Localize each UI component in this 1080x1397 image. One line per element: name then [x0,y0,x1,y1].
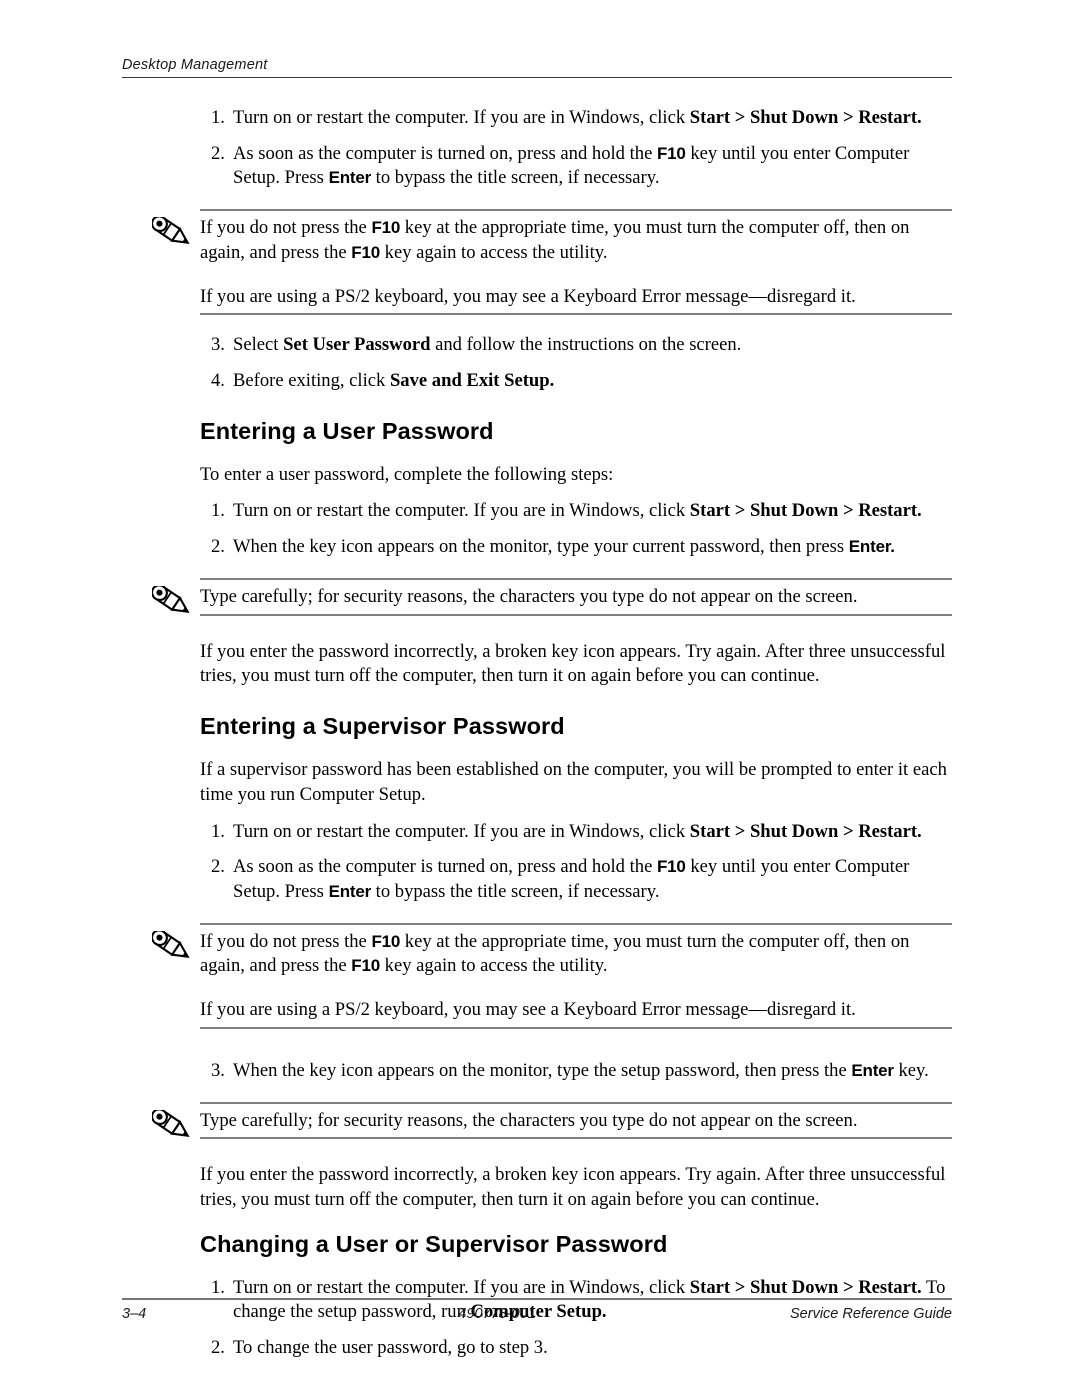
step-number: 1. [211,820,225,842]
pencil-note-icon [151,1107,194,1144]
pencil-note-icon [151,928,194,965]
step-number: 2. [211,142,225,164]
pencil-note-icon [151,584,194,620]
step-number: 2. [211,536,225,558]
step-number: 2. [211,1337,225,1359]
step-text: When the key icon appears on the monitor… [233,536,895,558]
note-body: If you do not press the F10 key at the a… [151,211,952,313]
intro-supervisor-password: If a supervisor password has been establ… [200,759,947,805]
list-item: 1. Turn on or restart the computer. If y… [200,820,952,845]
heading-entering-a-supervisor-password: Entering a Supervisor Password [200,713,565,740]
step-number: 2. [211,856,225,878]
note-text-line2: If you are using a PS/2 keyboard, you ma… [200,999,856,1021]
note-block-f10: If you do not press the F10 key at the a… [151,209,952,316]
step-list-supervisor-step3: 3. When the key icon appears on the moni… [200,1059,952,1084]
footer-row: 3–4 490778-001 Service Reference Guide [122,1306,952,1322]
heading-entering-a-user-password: Entering a User Password [200,417,494,444]
note-rule-bottom [200,313,952,316]
note-text-line1: If you do not press the F10 key at the a… [200,217,910,263]
note-block-type-carefully-supervisor: Type carefully; for security reasons, th… [151,1101,952,1140]
note-text: Type carefully; for security reasons, th… [200,1109,858,1131]
step-text: As soon as the computer is turned on, pr… [233,142,910,189]
running-header: Desktop Management [122,57,952,78]
step-list-supervisor-password: 1. Turn on or restart the computer. If y… [200,820,952,905]
step-text: To change the user password, go to step … [233,1337,548,1359]
footer-page-number: 3–4 [122,1306,147,1322]
page-footer: 3–4 490778-001 Service Reference Guide [122,1298,952,1322]
document-page: Desktop Management 1. Turn on or restart… [0,0,1080,1397]
step-number: 4. [211,370,225,392]
step-text: Turn on or restart the computer. If you … [233,500,922,522]
list-item: 3. When the key icon appears on the moni… [200,1059,952,1084]
footer-part-number: 490778-001 [458,1306,536,1322]
note-block-f10-supervisor: If you do not press the F10 key at the a… [151,922,952,1029]
note-text: Type carefully; for security reasons, th… [200,585,858,607]
list-item: 4. Before exiting, click Save and Exit S… [200,369,952,394]
note-rule-bottom [200,1137,952,1140]
running-header-label: Desktop Management [122,57,268,73]
list-item: 1. Turn on or restart the computer. If y… [200,106,952,131]
step-number: 3. [211,1059,225,1081]
list-item: 2. As soon as the computer is turned on,… [200,855,952,904]
step-list-set-user: 3. Select Set User Password and follow t… [200,333,952,393]
note-rule-bottom [200,1026,952,1029]
step-number: 1. [211,107,225,128]
step-text: Turn on or restart the computer. If you … [233,107,922,128]
note-block-type-carefully-user: Type carefully; for security reasons, th… [151,577,952,616]
list-item: 2. When the key icon appears on the moni… [200,535,952,560]
list-item: 1. Turn on or restart the computer. If y… [200,499,952,524]
step-text: When the key icon appears on the monitor… [233,1059,929,1081]
footer-guide-title: Service Reference Guide [790,1306,952,1322]
note-body: Type carefully; for security reasons, th… [151,1104,952,1138]
note-body: If you do not press the F10 key at the a… [151,925,952,1027]
list-item: 3. Select Set User Password and follow t… [200,333,952,358]
step-number: 1. [211,500,225,522]
step-number: 1. [211,1276,225,1298]
note-rule-bottom [200,613,952,616]
step-list-top: 1. Turn on or restart the computer. If y… [200,106,952,191]
page-content: 1. Turn on or restart the computer. If y… [151,106,952,1361]
step-number: 3. [211,334,225,356]
note-text-line2: If you are using a PS/2 keyboard, you ma… [200,285,856,307]
list-item: 2. To change the user password, go to st… [200,1336,952,1361]
running-header-rule [122,77,952,78]
step-text: Turn on or restart the computer. If you … [233,820,922,842]
footer-rule [122,1298,952,1300]
step-list-user-password: 1. Turn on or restart the computer. If y… [200,499,952,559]
step-text: Before exiting, click Save and Exit Setu… [233,370,555,392]
paragraph-broken-key-user: If you enter the password incorrectly, a… [200,640,946,687]
step-text: As soon as the computer is turned on, pr… [233,856,910,902]
note-body: Type carefully; for security reasons, th… [151,580,952,614]
note-text-line1: If you do not press the F10 key at the a… [200,930,910,977]
intro-user-password: To enter a user password, complete the f… [200,463,614,485]
heading-changing-password: Changing a User or Supervisor Password [200,1230,668,1257]
step-text: Select Set User Password and follow the … [233,334,742,356]
paragraph-broken-key-supervisor: If you enter the password incorrectly, a… [200,1164,946,1210]
list-item: 2. As soon as the computer is turned on,… [200,142,952,191]
pencil-note-icon [151,215,194,251]
